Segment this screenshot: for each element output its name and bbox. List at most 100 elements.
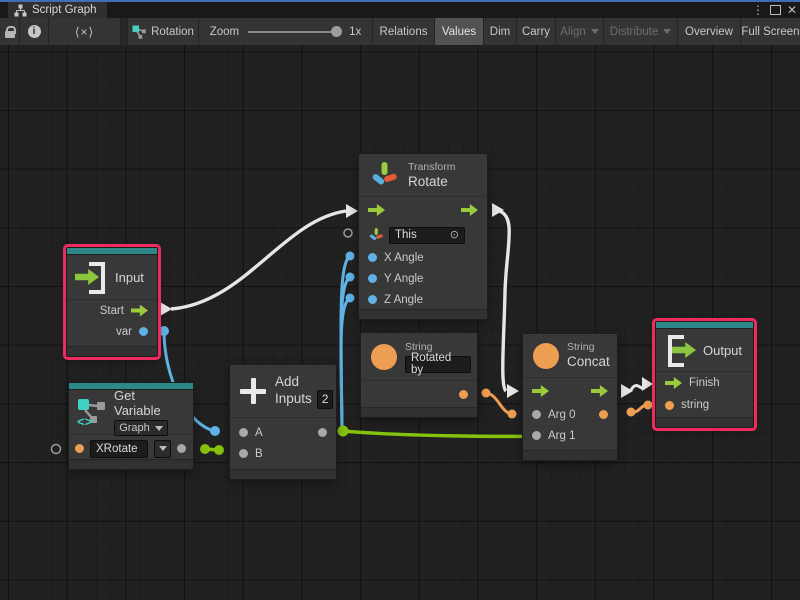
node-accent-bar: [656, 322, 753, 329]
get-variable-icon: <>: [77, 397, 107, 427]
inspect-values-button[interactable]: ⟨×⟩: [49, 18, 121, 45]
node-footer: [523, 450, 617, 460]
tab-script-graph[interactable]: Script Graph: [8, 2, 107, 18]
port-finish[interactable]: Finish: [656, 372, 753, 394]
value-input-port[interactable]: [532, 431, 541, 440]
maximize-icon: [770, 5, 781, 15]
port-x-angle[interactable]: X Angle: [359, 247, 487, 268]
overview-button[interactable]: Overview: [678, 18, 741, 45]
value-input-port[interactable]: [75, 444, 84, 453]
window-menu-button[interactable]: ⋮: [751, 2, 765, 18]
window-close-button[interactable]: ✕: [784, 2, 800, 18]
fullscreen-label: Full Screen: [741, 26, 799, 38]
node-title: Output: [703, 343, 742, 358]
node-get-variable[interactable]: <> Get Variable Graph XRotate: [68, 382, 194, 470]
align-button[interactable]: Align: [556, 18, 604, 45]
chevron-down-icon: [591, 29, 599, 34]
value-output-port[interactable]: [139, 327, 148, 336]
flow-input-port[interactable]: [665, 377, 682, 389]
carry-button[interactable]: Carry: [517, 18, 556, 45]
variable-picker-button[interactable]: [154, 440, 171, 458]
port-var-label: var: [116, 326, 132, 338]
value-output-port[interactable]: [318, 428, 327, 437]
lock-icon: [5, 26, 15, 38]
string-output-row: [361, 381, 477, 407]
port-b[interactable]: B: [230, 443, 336, 464]
info-button[interactable]: i: [20, 18, 49, 45]
value-input-port[interactable]: [368, 274, 377, 283]
port-arg1[interactable]: Arg 1: [523, 425, 617, 446]
transform-icon: [368, 227, 384, 243]
node-string-literal[interactable]: String Rotated by: [360, 332, 478, 418]
node-title-line1: Add: [275, 374, 333, 390]
port-z-angle[interactable]: Z Angle: [359, 289, 487, 310]
rotation-breadcrumb[interactable]: Rotation: [128, 18, 199, 45]
port-start[interactable]: Start: [67, 300, 157, 321]
rotation-label: Rotation: [151, 26, 194, 38]
zoom-slider-knob[interactable]: [331, 26, 342, 37]
window-maximize-button[interactable]: [767, 2, 783, 18]
close-icon: ✕: [787, 3, 797, 17]
port-arg0[interactable]: Arg 0: [523, 404, 617, 425]
graph-toolbar: i ⟨×⟩ Rotation Zoom 1x Relations Values …: [0, 18, 800, 46]
port-a[interactable]: A: [230, 422, 336, 443]
distribute-button[interactable]: Distribute: [604, 18, 678, 45]
node-string-concat[interactable]: String Concat Arg 0 Arg 1: [522, 333, 618, 461]
port-start-label: Start: [100, 305, 124, 317]
node-accent-bar: [67, 248, 157, 255]
string-value: Rotated by: [411, 352, 465, 376]
flow-input-port[interactable]: [532, 385, 549, 397]
this-value: This: [395, 229, 417, 241]
value-input-port[interactable]: [239, 428, 248, 437]
lock-button[interactable]: [0, 18, 20, 45]
node-output[interactable]: Output Finish string: [655, 321, 754, 428]
port-y-angle[interactable]: Y Angle: [359, 268, 487, 289]
tab-bar: Script Graph ⋮ ✕: [0, 2, 800, 18]
relations-label: Relations: [380, 26, 428, 38]
port-var[interactable]: var: [67, 321, 157, 342]
output-icon: [664, 335, 698, 365]
this-object-field[interactable]: This ⊙: [389, 227, 465, 244]
fullscreen-button[interactable]: Full Screen: [741, 18, 800, 45]
port-this[interactable]: This ⊙: [359, 223, 487, 247]
object-picker-icon[interactable]: ⊙: [450, 230, 459, 241]
flow-output-port[interactable]: [591, 385, 608, 397]
zoom-slider[interactable]: [248, 31, 340, 33]
node-footer: [656, 417, 753, 427]
port-x-label: X Angle: [384, 252, 424, 264]
value-input-port[interactable]: [368, 253, 377, 262]
dim-label: Dim: [490, 26, 510, 38]
node-transform-rotate[interactable]: Transform Rotate This ⊙: [358, 153, 488, 320]
toolbar-gap: [121, 18, 128, 45]
value-input-port[interactable]: [368, 295, 377, 304]
flow-row: [523, 378, 617, 404]
node-input[interactable]: Input Start var: [66, 247, 158, 357]
overview-label: Overview: [685, 26, 733, 38]
carry-label: Carry: [522, 26, 550, 38]
inputs-count-field[interactable]: 2: [317, 390, 334, 409]
chevron-down-icon: [159, 446, 167, 451]
value-input-port[interactable]: [532, 410, 541, 419]
zoom-value: 1x: [349, 26, 361, 38]
angle-x-icon: ⟨×⟩: [75, 25, 94, 39]
value-output-port[interactable]: [599, 410, 608, 419]
node-add[interactable]: Add Inputs 2 A B: [229, 364, 337, 480]
flow-input-port[interactable]: [368, 204, 385, 216]
port-string[interactable]: string: [656, 394, 753, 416]
zoom-control: Zoom 1x: [199, 18, 373, 45]
value-output-port[interactable]: [459, 390, 468, 399]
tab-title: Script Graph: [32, 4, 97, 16]
value-input-port[interactable]: [665, 401, 674, 410]
value-output-port[interactable]: [177, 444, 186, 453]
port-a-label: A: [255, 427, 263, 439]
value-input-port[interactable]: [239, 449, 248, 458]
relations-button[interactable]: Relations: [373, 18, 435, 45]
string-value-field[interactable]: Rotated by: [405, 356, 471, 373]
info-icon: i: [28, 25, 41, 38]
values-button[interactable]: Values: [435, 18, 484, 45]
variable-scope-dropdown[interactable]: Graph: [114, 420, 168, 436]
variable-name-field[interactable]: XRotate: [90, 440, 148, 458]
node-footer: [359, 309, 487, 319]
dim-button[interactable]: Dim: [484, 18, 517, 45]
flow-output-port[interactable]: [461, 204, 478, 216]
